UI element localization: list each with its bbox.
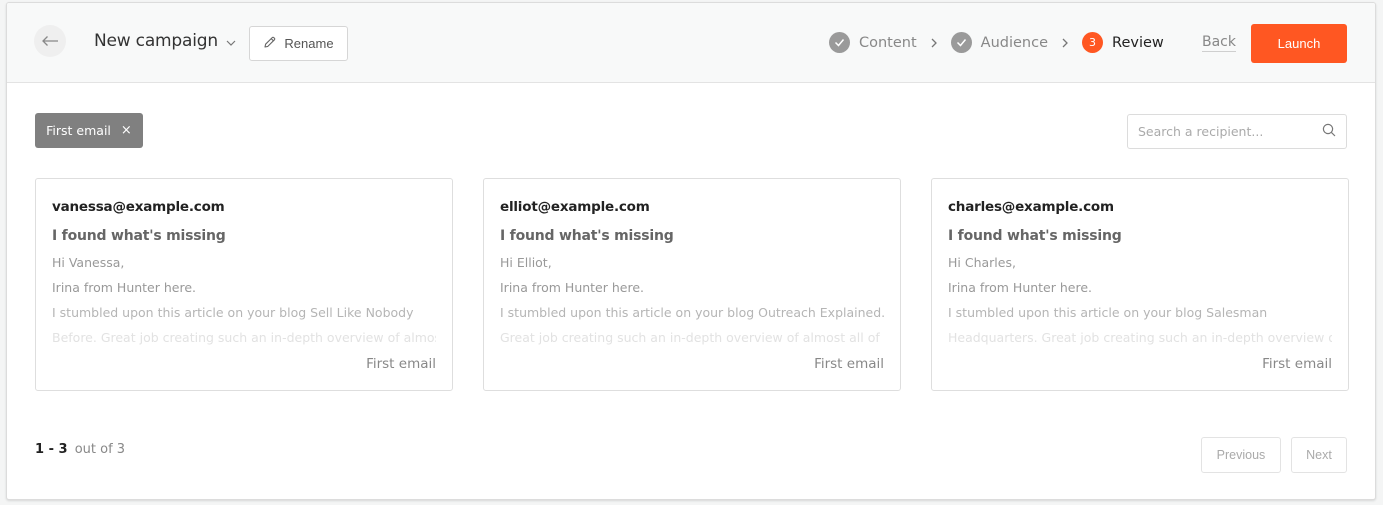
step-review[interactable]: 3 Review [1082,32,1164,53]
body-line: Hi Elliot, [500,255,552,270]
email-subject: I found what's missing [948,228,1122,244]
filter-chip-first-email: First email × [35,113,143,148]
email-body-preview: Hi Elliot, Irina from Hunter here. I stu… [500,250,884,350]
back-link[interactable]: Back [1202,34,1236,52]
close-icon[interactable]: × [121,123,132,138]
pagination-range: 1 - 3 [35,442,68,457]
body-line: Irina from Hunter here. [948,280,1093,295]
pencil-icon [263,36,276,52]
body-line: I stumbled upon this article on your blo… [52,305,414,320]
step-label: Audience [980,34,1049,51]
body-line: Hi Vanessa, [52,255,125,270]
email-preview-card[interactable]: charles@example.com I found what's missi… [931,178,1349,391]
email-subject: I found what's missing [500,228,674,244]
chevron-down-icon [226,31,236,51]
back-arrow-button[interactable] [34,25,66,57]
step-content[interactable]: Content [829,32,917,53]
body-line: I stumbled upon this article on your blo… [948,305,1268,320]
step-number-badge: 3 [1082,32,1104,53]
body-line: Irina from Hunter here. [500,280,645,295]
body-line: Irina from Hunter here. [52,280,197,295]
campaign-review-panel: New campaign Rename Content Audience 3 R… [6,2,1376,500]
stepper: Content Audience 3 Review [829,32,1164,53]
launch-button[interactable]: Launch [1251,24,1347,63]
recipient-search [1127,114,1347,149]
previous-page-button[interactable]: Previous [1201,437,1281,473]
step-label: Content [859,34,917,51]
body-line: Before. Great job creating such an in-de… [52,330,436,345]
check-icon [829,32,850,53]
email-preview-card[interactable]: vanessa@example.com I found what's missi… [35,178,453,391]
recipient-email: elliot@example.com [500,199,650,215]
email-subject: I found what's missing [52,228,226,244]
filter-chip-label: First email [46,123,111,138]
body-line: I stumbled upon this article on your blo… [500,305,884,320]
email-body-preview: Hi Vanessa, Irina from Hunter here. I st… [52,250,436,350]
step-label: Review [1112,34,1164,51]
pagination-info: 1 - 3 out of 3 [35,442,125,457]
sequence-step-label: First email [1262,356,1332,372]
step-audience[interactable]: Audience [950,32,1049,53]
next-page-button[interactable]: Next [1291,437,1347,473]
email-body-preview: Hi Charles, Irina from Hunter here. I st… [948,250,1332,350]
top-bar: New campaign Rename Content Audience 3 R… [7,3,1375,83]
chevron-right-icon [1062,38,1068,48]
pagination-controls: Previous Next [1201,437,1347,473]
email-preview-card[interactable]: elliot@example.com I found what's missin… [483,178,901,391]
email-preview-list: vanessa@example.com I found what's missi… [35,178,1349,391]
check-icon [950,32,972,53]
arrow-left-icon [41,32,59,51]
chevron-right-icon [931,38,937,48]
recipient-email: vanessa@example.com [52,199,225,215]
campaign-title-dropdown[interactable]: New campaign [94,31,236,51]
campaign-title: New campaign [94,31,218,51]
body-line: Headquarters. Great job creating such an… [948,330,1332,345]
rename-button[interactable]: Rename [249,26,348,61]
body-line: Great job creating such an in-depth over… [500,330,880,345]
search-input[interactable] [1138,124,1322,139]
sequence-step-label: First email [814,356,884,372]
search-icon[interactable] [1322,122,1336,141]
pagination-total: out of 3 [74,442,126,457]
sequence-step-label: First email [366,356,436,372]
body-line: Hi Charles, [948,255,1016,270]
recipient-email: charles@example.com [948,199,1114,215]
rename-label: Rename [284,36,334,51]
